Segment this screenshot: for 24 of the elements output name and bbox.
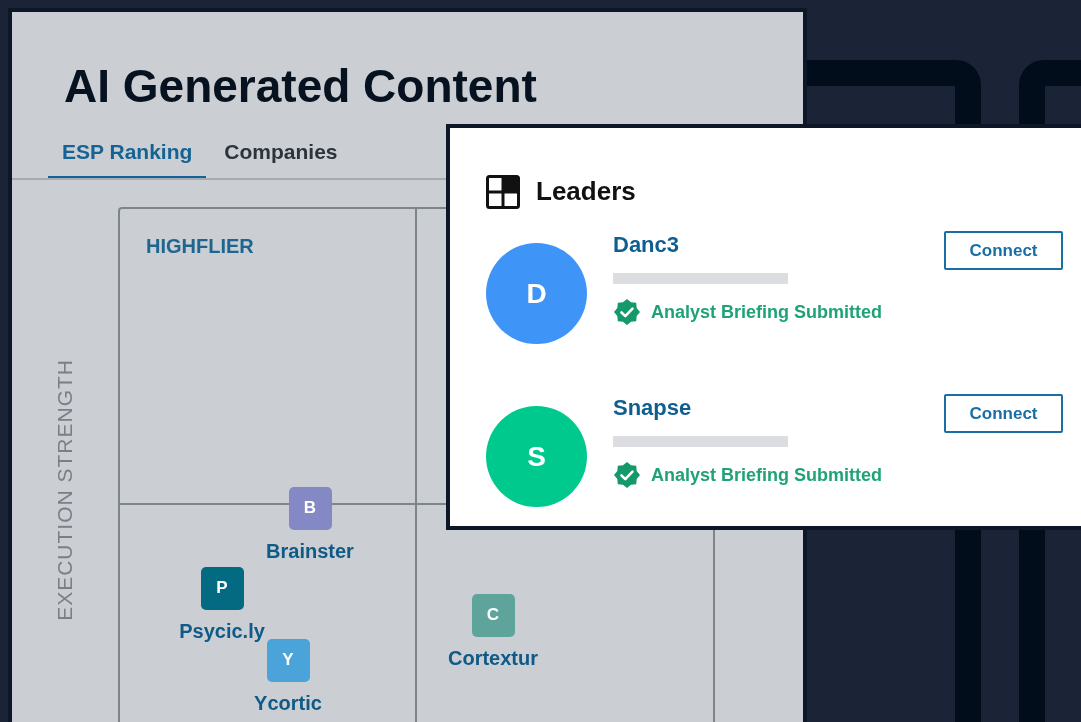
company-marker[interactable]: Y — [266, 638, 310, 682]
status-text: Analyst Briefing Submitted — [651, 463, 883, 487]
avatar: S — [486, 406, 587, 507]
quadrant-label: HIGHFLIER — [146, 234, 254, 257]
company-name: Cortextur — [448, 645, 538, 671]
company-name: Brainster — [266, 538, 354, 564]
company-name: Psycic.ly — [179, 618, 265, 644]
company-marker[interactable]: C — [471, 593, 515, 637]
company-name: Ycortic — [254, 690, 322, 716]
verified-badge-icon — [613, 298, 641, 326]
status-text: Analyst Briefing Submitted — [651, 300, 883, 324]
connect-button[interactable]: Connect — [944, 231, 1063, 270]
tab[interactable]: Companies — [210, 130, 352, 180]
verified-badge-icon — [613, 461, 641, 489]
leader-name[interactable]: Danc3 — [613, 231, 944, 259]
leader-name[interactable]: Snapse — [613, 394, 944, 422]
axis-label: EXECUTION STRENGTH — [52, 358, 78, 621]
company-marker[interactable]: P — [200, 566, 244, 610]
avatar: D — [486, 243, 587, 344]
connect-button[interactable]: Connect — [944, 394, 1063, 433]
card-title: Leaders — [536, 175, 636, 208]
grid-icon — [486, 174, 520, 209]
company-marker[interactable]: B — [288, 486, 332, 530]
page-title: AI Generated Content — [63, 59, 538, 114]
